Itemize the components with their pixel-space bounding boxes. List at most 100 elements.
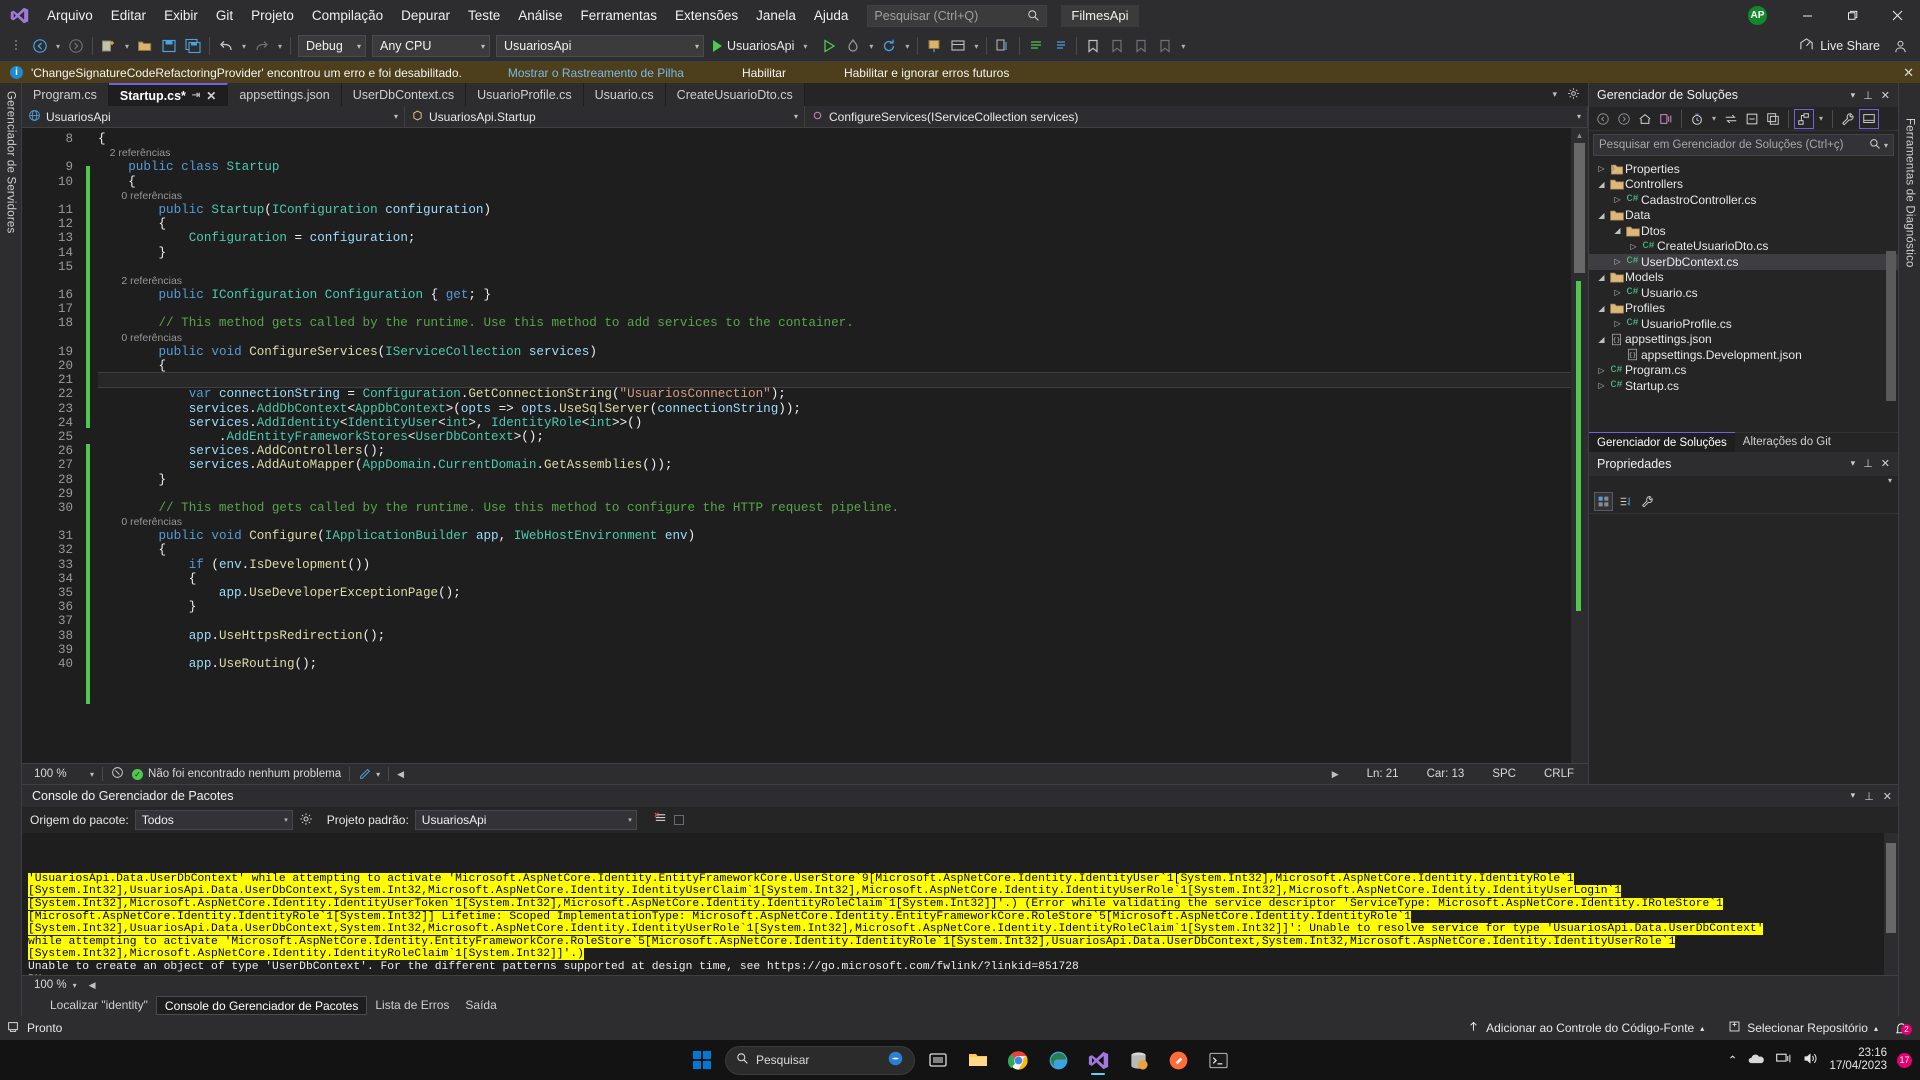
console-scrollbar[interactable] xyxy=(1884,833,1898,975)
scrollbar-track[interactable] xyxy=(1574,143,1585,748)
code-line[interactable]: Configuration = configuration; xyxy=(98,231,1571,245)
tree-node[interactable]: ▷ C# Program.cs xyxy=(1589,363,1898,379)
select-repository-button[interactable]: Selecionar Repositório ▴ xyxy=(1716,1016,1890,1040)
code-line[interactable]: } xyxy=(98,473,1571,487)
horizontal-scroll-left-icon[interactable]: ◀ xyxy=(397,769,404,780)
window-dropdown-icon[interactable]: ▾ xyxy=(1851,458,1856,469)
menu-compilacao[interactable]: Compilação xyxy=(303,0,392,31)
code-line[interactable]: public IConfiguration Configuration { ge… xyxy=(98,288,1571,302)
default-project-combo[interactable]: UsuariosApi ▾ xyxy=(414,810,637,830)
pin-icon[interactable]: ⊥ xyxy=(1864,790,1874,803)
solution-explorer-search-input[interactable]: Pesquisar em Gerenciador de Soluções (Ct… xyxy=(1593,134,1894,156)
build-configuration-combo[interactable]: Debug ▾ xyxy=(298,35,366,57)
close-icon[interactable]: ✕ xyxy=(206,89,216,103)
tab-startup-cs[interactable]: Startup.cs* ⇥ ✕ xyxy=(108,83,229,106)
nav-member-combo[interactable]: ConfigureServices(IServiceCollection ser… xyxy=(805,106,1588,127)
code-line[interactable]: { xyxy=(98,217,1571,231)
menu-exibir[interactable]: Exibir xyxy=(155,0,207,31)
expander-icon[interactable]: ◢ xyxy=(1595,211,1608,220)
code-line[interactable]: { xyxy=(98,543,1571,557)
expander-icon[interactable]: ◢ xyxy=(1595,273,1608,282)
align-icon[interactable] xyxy=(946,34,970,58)
code-line[interactable] xyxy=(98,487,1571,501)
clear-bookmarks-icon[interactable] xyxy=(1153,34,1177,58)
code-line[interactable]: − public void Configure(IApplicationBuil… xyxy=(98,529,1571,543)
pin-icon[interactable]: ⇥ xyxy=(192,90,200,101)
code-line[interactable] xyxy=(98,260,1571,274)
home-icon[interactable] xyxy=(1635,109,1655,129)
tab-list-dropdown-icon[interactable]: ▾ xyxy=(1552,89,1557,100)
notification-enable-ignore-link[interactable]: Habilitar e ignorar erros futuros xyxy=(844,66,1009,80)
horizontal-scroll-right-icon[interactable]: ▶ xyxy=(1318,769,1353,780)
package-source-combo[interactable]: Todos ▾ xyxy=(134,810,293,830)
bottom-tab-error-list[interactable]: Lista de Erros xyxy=(367,996,457,1015)
code-line[interactable]: services.AddDbContext<AppDbContext>(opts… xyxy=(98,402,1571,416)
indent-icon[interactable] xyxy=(991,34,1015,58)
pin-icon[interactable]: ⊥ xyxy=(1863,457,1873,470)
code-line[interactable]: // This method gets called by the runtim… xyxy=(98,316,1571,330)
code-text-area[interactable]: { 2 referências− public class Startup { … xyxy=(98,128,1571,763)
code-line[interactable]: .AddEntityFrameworkStores<UserDbContext>… xyxy=(98,430,1571,444)
code-line[interactable]: } xyxy=(98,246,1571,260)
toggle-bookmark-icon[interactable] xyxy=(1081,34,1105,58)
new-project-icon[interactable] xyxy=(97,34,121,58)
editor-zoom-level[interactable]: 100 % xyxy=(34,768,90,780)
code-line[interactable]: { xyxy=(98,572,1571,586)
expander-icon[interactable]: ◢ xyxy=(1595,304,1608,313)
solution-explorer-tree[interactable]: ▷ Properties ◢ Controllers ▷ C# CadastroContro… xyxy=(1589,159,1898,432)
tab-createusuariodto-cs[interactable]: CreateUsuarioDto.cs xyxy=(665,83,805,106)
bottom-tab-find-results[interactable]: Localizar "identity" xyxy=(42,996,156,1015)
google-chrome-icon[interactable] xyxy=(1001,1044,1035,1076)
tree-node[interactable]: ◢ {} appsettings.json xyxy=(1589,332,1898,348)
sync-with-active-document-icon[interactable] xyxy=(1721,109,1741,129)
tree-node[interactable]: ▷ C# UsuarioProfile.cs xyxy=(1589,316,1898,332)
code-line[interactable] xyxy=(98,372,1571,389)
restart-dropdown-icon[interactable]: ▾ xyxy=(901,42,913,51)
onedrive-icon[interactable] xyxy=(1747,1050,1765,1071)
code-line[interactable]: − public Startup(IConfiguration configur… xyxy=(98,203,1571,217)
bottom-tab-package-manager-console[interactable]: Console do Gerenciador de Pacotes xyxy=(155,995,368,1015)
code-line[interactable] xyxy=(98,643,1571,657)
console-scrollbar-thumb[interactable] xyxy=(1886,843,1896,933)
code-line[interactable] xyxy=(98,302,1571,316)
sql-server-management-icon[interactable] xyxy=(1121,1044,1155,1076)
close-button[interactable] xyxy=(1875,0,1920,31)
tab-userdbcontext-cs[interactable]: UserDbContext.cs xyxy=(341,83,467,106)
navigate-forward-icon[interactable] xyxy=(64,34,88,58)
glyph-margin[interactable] xyxy=(80,128,98,763)
console-scroll-left-icon[interactable]: ◀ xyxy=(89,980,96,991)
align-dropdown-icon[interactable]: ▾ xyxy=(970,42,982,51)
code-line[interactable]: services.AddControllers(); xyxy=(98,444,1571,458)
expander-icon[interactable]: ▷ xyxy=(1595,366,1608,375)
code-line[interactable]: app.UseRouting(); xyxy=(98,657,1571,671)
tree-node[interactable]: ▷ C# Startup.cs xyxy=(1589,378,1898,394)
expander-icon[interactable]: ◢ xyxy=(1595,335,1608,344)
tree-node[interactable]: ◢ Controllers xyxy=(1589,177,1898,193)
minimize-button[interactable] xyxy=(1785,0,1830,31)
nav-project-combo[interactable]: UsuariosApi ▾ xyxy=(22,106,405,127)
feedback-icon[interactable] xyxy=(1888,34,1912,58)
save-all-icon[interactable] xyxy=(181,34,205,58)
window-dropdown-icon[interactable]: ▾ xyxy=(1851,90,1856,101)
tab-usuario-cs[interactable]: Usuario.cs xyxy=(583,83,666,106)
add-to-source-control-button[interactable]: Adicionar ao Controle do Código-Fonte ▴ xyxy=(1455,1016,1716,1040)
start-button-icon[interactable] xyxy=(685,1044,719,1076)
tab-usuarioprofile-cs[interactable]: UsuarioProfile.cs xyxy=(466,83,584,106)
intellisense-icon[interactable] xyxy=(358,766,372,783)
code-line[interactable] xyxy=(98,614,1571,628)
comment-lines-icon[interactable] xyxy=(1024,34,1048,58)
menu-depurar[interactable]: Depurar xyxy=(392,0,459,31)
code-line[interactable]: { xyxy=(98,175,1571,189)
pending-changes-icon[interactable] xyxy=(1687,109,1707,129)
menu-projeto[interactable]: Projeto xyxy=(242,0,303,31)
volume-icon[interactable] xyxy=(1802,1050,1819,1070)
next-bookmark-icon[interactable] xyxy=(1129,34,1153,58)
bottom-tab-output[interactable]: Saída xyxy=(457,996,504,1015)
editor-settings-gear-icon[interactable] xyxy=(1567,87,1580,103)
code-line[interactable]: // This method gets called by the runtim… xyxy=(98,501,1571,515)
redo-dropdown-icon[interactable]: ▾ xyxy=(274,42,286,51)
code-line[interactable]: − public void ConfigureServices(IService… xyxy=(98,345,1571,359)
nav-type-combo[interactable]: UsuariosApi.Startup ▾ xyxy=(405,106,805,127)
expander-icon[interactable]: ▷ xyxy=(1595,381,1608,390)
copilot-icon[interactable] xyxy=(887,1050,904,1070)
